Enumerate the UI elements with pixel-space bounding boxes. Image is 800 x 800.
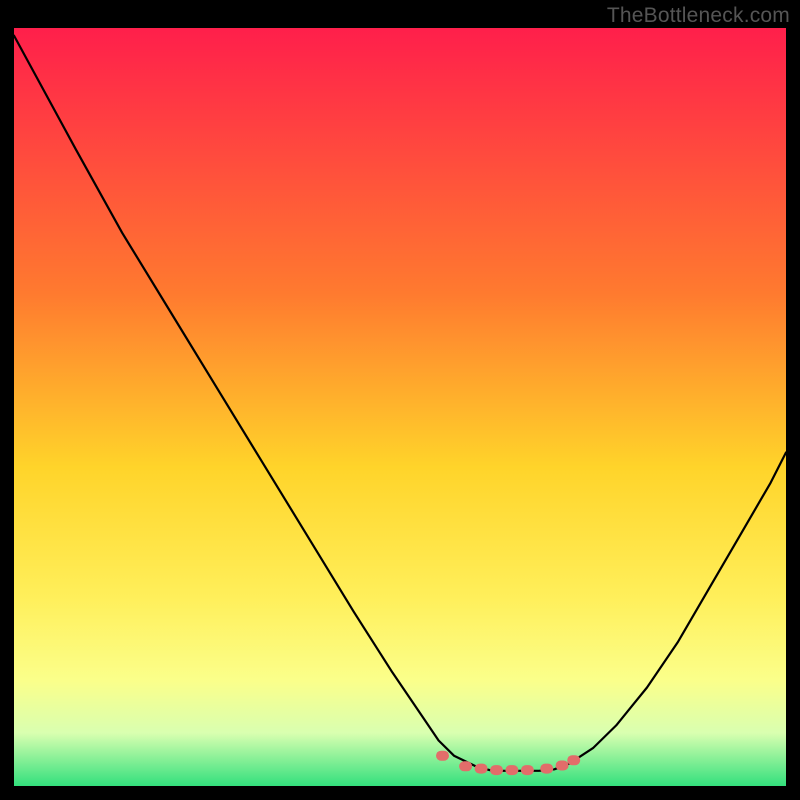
optimum-marker: [505, 765, 518, 775]
chart-svg: [14, 28, 786, 786]
plot-area: [14, 28, 786, 786]
gradient-rect: [14, 28, 786, 786]
optimum-marker: [540, 764, 553, 774]
watermark-text: TheBottleneck.com: [607, 4, 790, 28]
optimum-marker: [567, 755, 580, 765]
optimum-marker: [459, 761, 472, 771]
chart-frame: TheBottleneck.com: [0, 0, 800, 800]
optimum-marker: [521, 765, 534, 775]
optimum-marker: [436, 751, 449, 761]
optimum-marker: [490, 765, 503, 775]
optimum-marker: [556, 761, 569, 771]
optimum-marker: [475, 764, 488, 774]
